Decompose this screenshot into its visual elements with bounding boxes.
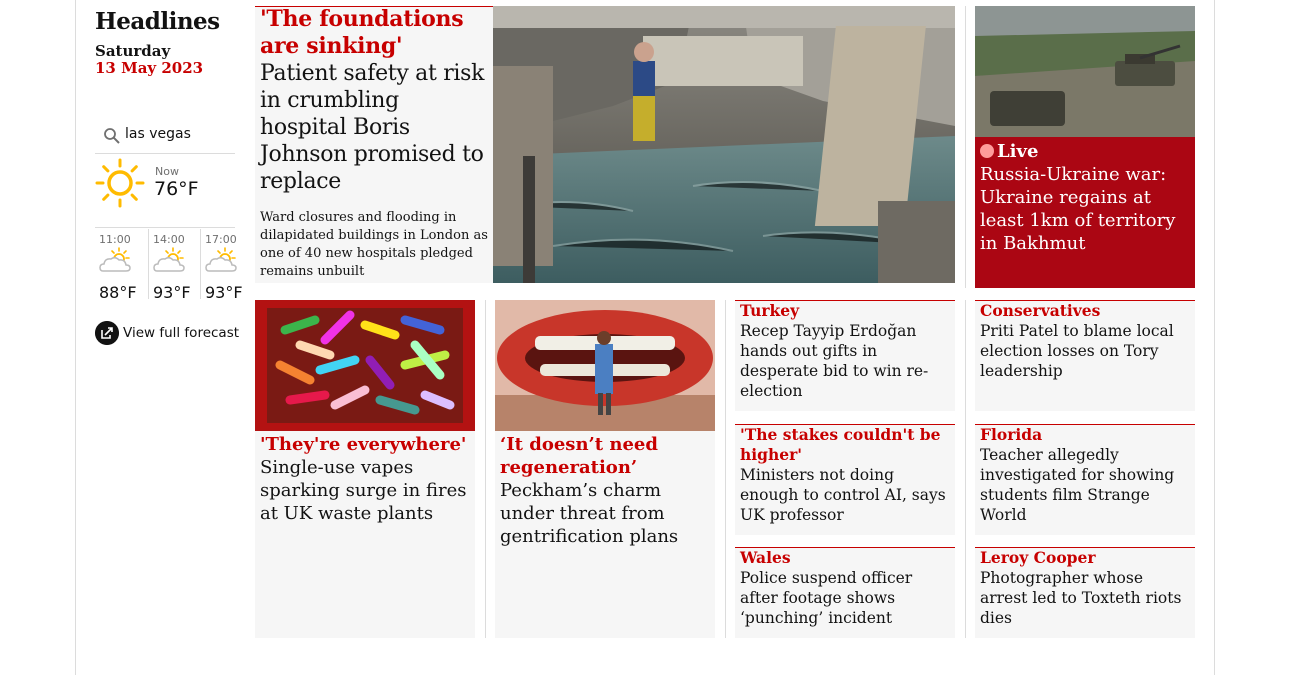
lead-kicker: 'The foundations are sinking' [260,6,464,59]
forecast-time: 17:00 [205,233,237,246]
current-weather: Now 76°F [95,156,235,228]
peckham-story-card[interactable]: ‘It doesn’t need regeneration’ Peckham’s… [495,300,715,638]
turkey-kicker: Turkey [740,301,800,320]
vapes-headline: Single-use vapes sparking surge in fires… [260,457,467,524]
wales-kicker: Wales [740,548,791,567]
forecast-time: 11:00 [99,233,131,246]
column-divider [485,300,486,638]
florida-story-card[interactable]: Florida Teacher allegedly investigated f… [975,424,1195,535]
forecast-temperature: 88°F [99,283,137,302]
now-temperature: 76°F [154,178,199,200]
sun-icon [95,158,145,208]
ai-story-text: 'The stakes couldn't be higher' Minister… [740,425,952,525]
forecast-temperature: 93°F [153,283,191,302]
giant-lips-photo [495,300,715,431]
florida-headline: Teacher allegedly investigated for showi… [980,446,1175,524]
live-headline: Russia-Ukraine war: Ukraine regains at l… [980,164,1176,254]
column-divider [965,300,966,638]
cooper-kicker: Leroy Cooper [980,548,1096,567]
ai-story-card[interactable]: 'The stakes couldn't be higher' Minister… [735,424,955,535]
conservatives-kicker: Conservatives [980,301,1101,320]
partly-cloudy-icon [153,247,185,272]
external-link-icon [95,321,119,345]
live-story-text: Live Russia-Ukraine war: Ukraine regains… [980,140,1192,255]
ai-kicker: 'The stakes couldn't be higher' [740,425,941,464]
peckham-headline: Peckham’s charm under threat from gentri… [500,480,679,547]
conservatives-story-card[interactable]: Conservatives Priti Patel to blame local… [975,300,1195,411]
column-divider [725,300,726,638]
peckham-story-text: ‘It doesn’t need regeneration’ Peckham’s… [500,433,712,548]
wales-story-card[interactable]: Wales Police suspend officer after foota… [735,547,955,638]
forecast-hour: 14:00 93°F [148,229,201,302]
location-name: las vegas [125,126,191,142]
turkey-story-text: Turkey Recep Tayyip Erdoğan hands out gi… [740,301,952,401]
search-icon [104,128,120,144]
forecast-link-label: View full forecast [123,325,240,341]
wales-story-text: Wales Police suspend officer after foota… [740,548,952,628]
tank-photo [975,6,1195,137]
lead-story-card[interactable]: 'The foundations are sinking' Patient sa… [255,6,955,283]
ai-headline: Ministers not doing enough to control AI… [740,466,946,524]
cooper-headline: Photographer whose arrest led to Toxteth… [980,569,1182,627]
vapes-photo [255,300,475,431]
cooper-story-card[interactable]: Leroy Cooper Photographer whose arrest l… [975,547,1195,638]
hourly-forecast: 11:00 88°F 14:00 93°F 17:00 93°F [95,229,245,302]
turkey-story-card[interactable]: Turkey Recep Tayyip Erdoğan hands out gi… [735,300,955,411]
lead-story-text: 'The foundations are sinking' Patient sa… [260,6,488,281]
wales-headline: Police suspend officer after footage sho… [740,569,913,627]
now-label: Now [155,165,179,178]
view-forecast-link[interactable]: View full forecast [95,321,245,347]
weather-location[interactable]: las vegas [95,118,235,154]
date-day: Saturday [95,42,171,60]
vapes-story-text: 'They're everywhere' Single-use vapes sp… [260,433,472,525]
partly-cloudy-icon [99,247,131,272]
vapes-kicker: 'They're everywhere' [260,434,467,455]
forecast-temperature: 93°F [205,283,243,302]
date-full: 13 May 2023 [95,59,204,77]
peckham-kicker: ‘It doesn’t need regeneration’ [500,434,658,478]
forecast-hour: 17:00 93°F [200,229,245,302]
florida-story-text: Florida Teacher allegedly investigated f… [980,425,1192,525]
turkey-headline: Recep Tayyip Erdoğan hands out gifts in … [740,322,929,400]
live-pulse-icon [980,144,994,158]
live-story-card[interactable]: Live Russia-Ukraine war: Ukraine regains… [975,6,1195,288]
column-divider [965,6,966,288]
florida-kicker: Florida [980,425,1043,444]
vapes-story-card[interactable]: 'They're everywhere' Single-use vapes sp… [255,300,475,638]
forecast-hour: 11:00 88°F [95,229,148,302]
flooded-basement-photo [493,6,955,283]
partly-cloudy-icon [205,247,237,272]
forecast-time: 14:00 [153,233,185,246]
section-title[interactable]: Headlines [95,8,220,35]
cooper-story-text: Leroy Cooper Photographer whose arrest l… [980,548,1192,628]
lead-standfirst: Ward closures and flooding in dilapidate… [260,210,488,279]
live-label: Live [997,141,1039,162]
conservatives-story-text: Conservatives Priti Patel to blame local… [980,301,1192,381]
conservatives-headline: Priti Patel to blame local election loss… [980,322,1174,380]
lead-headline: Patient safety at risk in crumbling hosp… [260,61,485,194]
